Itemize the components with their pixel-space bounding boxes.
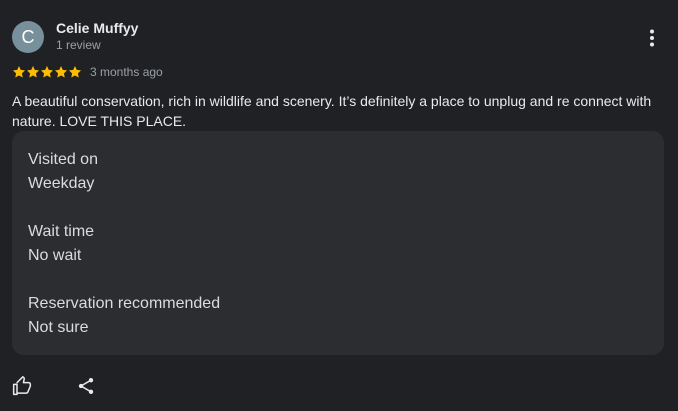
- like-button[interactable]: [10, 374, 34, 398]
- detail-value: Weekday: [28, 175, 95, 192]
- star-icon: [54, 66, 68, 78]
- detail-wait-time: Wait time No wait: [28, 220, 648, 268]
- review-date: 3 months ago: [90, 65, 163, 79]
- detail-label: Reservation recommended: [28, 295, 221, 312]
- thumb-up-icon: [12, 376, 32, 396]
- review-card: C Celie Muffyy 1 review 3 months ago A b…: [0, 0, 678, 411]
- detail-visited-on: Visited on Weekday: [28, 148, 648, 196]
- share-icon: [78, 378, 94, 394]
- star-icon: [26, 66, 40, 78]
- author-name[interactable]: Celie Muffyy: [56, 20, 138, 36]
- review-count: 1 review: [56, 38, 101, 52]
- star-icon: [68, 66, 82, 78]
- detail-label: Wait time: [28, 223, 95, 240]
- visit-details-card: Visited on Weekday Wait time No wait Res…: [12, 131, 664, 355]
- detail-value: No wait: [28, 247, 82, 264]
- more-options-button[interactable]: [638, 24, 666, 52]
- rating-row: 3 months ago: [12, 64, 163, 80]
- star-rating: [12, 65, 82, 79]
- review-text: A beautiful conservation, rich in wildli…: [12, 93, 652, 129]
- star-icon: [12, 66, 26, 78]
- avatar[interactable]: C: [12, 21, 44, 53]
- more-vert-icon: [650, 29, 654, 47]
- star-icon: [40, 66, 54, 78]
- detail-reservation: Reservation recommended Not sure: [28, 292, 648, 340]
- detail-label: Visited on: [28, 151, 98, 168]
- detail-value: Not sure: [28, 319, 89, 336]
- share-button[interactable]: [74, 374, 98, 398]
